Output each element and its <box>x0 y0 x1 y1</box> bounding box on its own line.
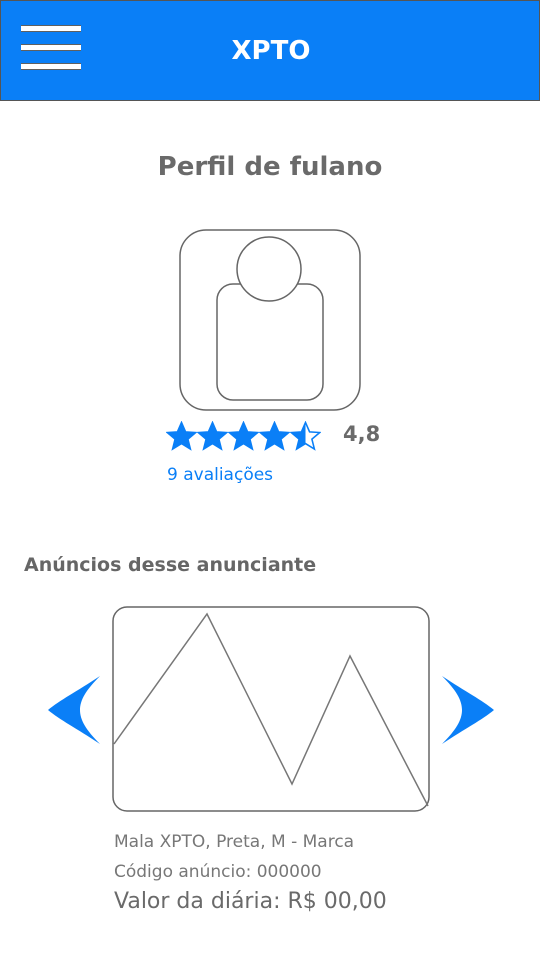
ad-code: Código anúncio: 000000 <box>114 862 322 882</box>
rating-value: 4,8 <box>343 422 381 446</box>
star-icon <box>166 420 197 451</box>
star-icon <box>290 420 321 451</box>
chevron-left-icon[interactable] <box>46 674 102 746</box>
star-icon <box>228 420 259 451</box>
star-rating <box>166 416 321 456</box>
chevron-right-icon[interactable] <box>440 674 496 746</box>
section-title: Anúncios desse anunciante <box>24 554 317 576</box>
star-icon <box>197 420 228 451</box>
image-placeholder-icon[interactable] <box>112 606 430 812</box>
ad-price: Valor da diária: R$ 00,00 <box>114 889 387 914</box>
ad-name: Mala XPTO, Preta, M - Marca <box>114 832 355 852</box>
page-title: Perfil de fulano <box>157 152 383 182</box>
reviews-link[interactable]: 9 avaliações <box>167 465 273 485</box>
app-title: XPTO <box>231 36 311 66</box>
app-header: XPTO <box>0 0 540 101</box>
star-icon <box>259 420 290 451</box>
user-avatar-icon <box>179 229 361 411</box>
